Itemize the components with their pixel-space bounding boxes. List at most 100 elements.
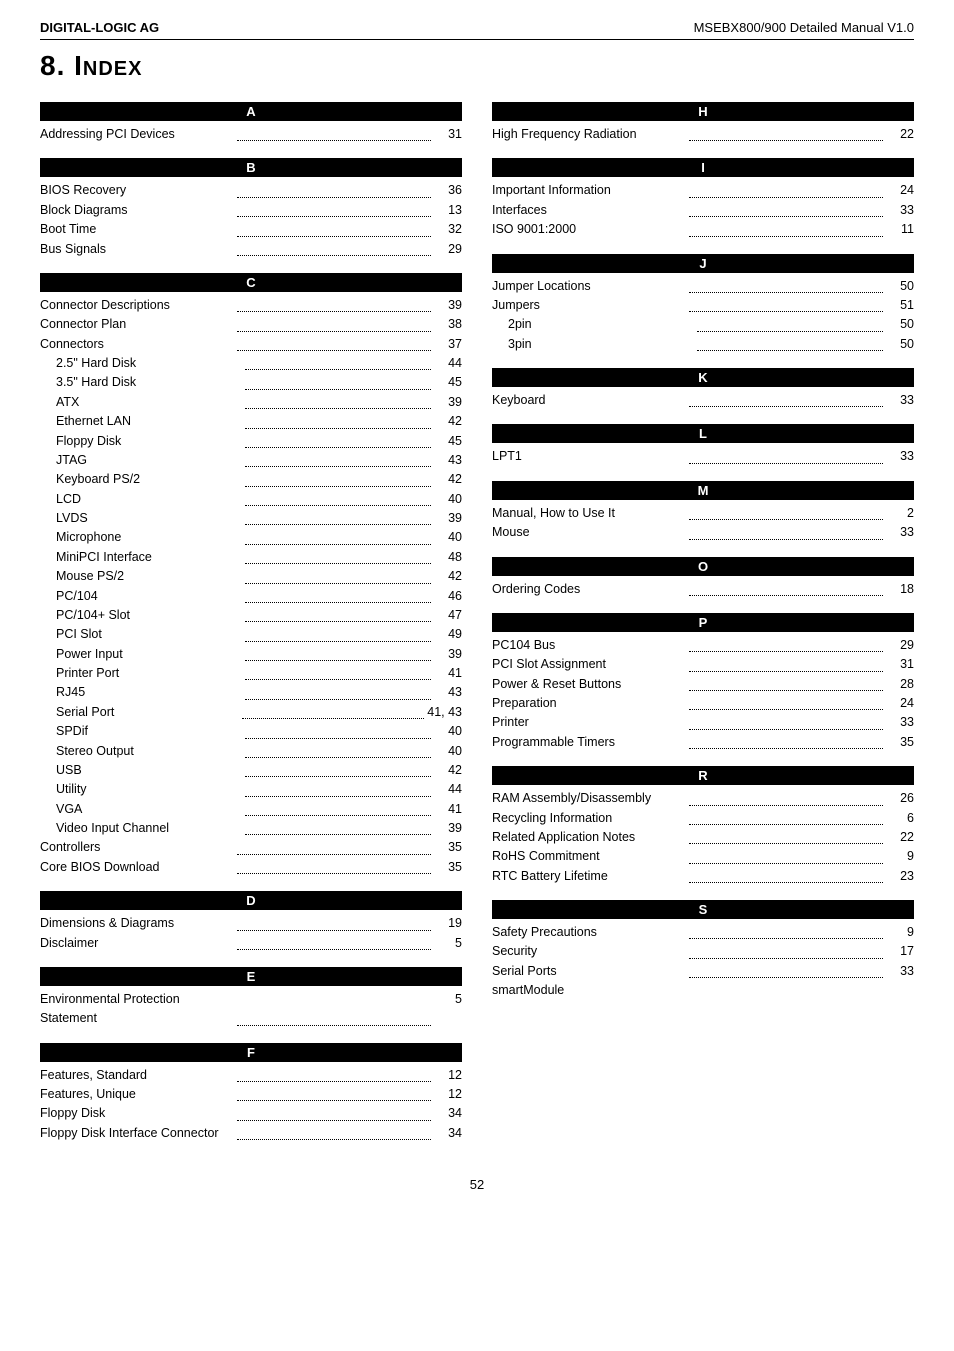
entry-page: 11	[886, 220, 914, 239]
entry-page: 22	[886, 828, 914, 847]
entry-page: 50	[886, 315, 914, 334]
entry-dots	[237, 1066, 431, 1082]
entry-dots	[245, 587, 431, 603]
page-title: 8. Index	[40, 50, 914, 82]
entry-dots	[689, 201, 883, 217]
entry-name: USB	[56, 761, 242, 780]
entry-dots	[689, 447, 883, 463]
index-entry: Features, Standard12	[40, 1066, 462, 1085]
entry-name: Jumper Locations	[492, 277, 686, 296]
entry-dots	[689, 694, 883, 710]
entry-name: PCI Slot	[56, 625, 242, 644]
entry-dots	[689, 277, 883, 293]
index-entry: Printer Port41	[40, 664, 462, 683]
entry-name: ATX	[56, 393, 242, 412]
entry-page: 34	[434, 1124, 462, 1143]
index-entry: JTAG43	[40, 451, 462, 470]
entry-name: Bus Signals	[40, 240, 234, 259]
entry-name: Interfaces	[492, 201, 686, 220]
index-entry: ISO 9001:2000 11	[492, 220, 914, 239]
index-entry: Programmable Timers35	[492, 733, 914, 752]
entry-name: Floppy Disk	[56, 432, 242, 451]
entry-dots	[245, 664, 431, 680]
entry-name: Keyboard	[492, 391, 686, 410]
entry-name: Environmental Protection Statement	[40, 990, 234, 1029]
entry-page: 17	[886, 942, 914, 961]
entry-name: Connector Descriptions	[40, 296, 234, 315]
index-entry: SPDif40	[40, 722, 462, 741]
entry-page: 13	[434, 201, 462, 220]
entry-page: 33	[886, 391, 914, 410]
index-section-a: AAddressing PCI Devices31	[40, 102, 462, 144]
entry-name: Mouse	[492, 523, 686, 542]
entry-dots	[245, 800, 431, 816]
entry-dots	[245, 722, 431, 738]
entry-name: PCI Slot Assignment	[492, 655, 686, 674]
entry-dots	[245, 780, 431, 796]
index-entry: Environmental Protection Statement5	[40, 990, 462, 1029]
index-entry: Dimensions & Diagrams19	[40, 914, 462, 933]
entry-name: Important Information	[492, 181, 686, 200]
entry-page: 50	[886, 277, 914, 296]
index-entry: Microphone40	[40, 528, 462, 547]
entry-page: 49	[434, 625, 462, 644]
entry-page: 12	[434, 1066, 462, 1085]
entry-page: 28	[886, 675, 914, 694]
entry-name: Keyboard PS/2	[56, 470, 242, 489]
entry-page: 33	[886, 713, 914, 732]
index-entry: RoHS Commitment9	[492, 847, 914, 866]
index-entry: Serial Port41, 43	[40, 703, 462, 722]
index-entry: Power Input39	[40, 645, 462, 664]
entry-page: 33	[886, 201, 914, 220]
entry-page: 39	[434, 393, 462, 412]
entry-dots	[237, 858, 431, 874]
entry-name: Video Input Channel	[56, 819, 242, 838]
entry-dots	[689, 962, 883, 978]
entry-name: 2pin	[508, 315, 694, 334]
entry-name: Recycling Information	[492, 809, 686, 828]
index-entry: PC104 Bus29	[492, 636, 914, 655]
entry-page: 33	[886, 962, 914, 981]
entry-name: Preparation	[492, 694, 686, 713]
entry-name: RoHS Commitment	[492, 847, 686, 866]
entry-dots	[689, 675, 883, 691]
entry-dots	[689, 828, 883, 844]
entry-name: Boot Time	[40, 220, 234, 239]
entry-name: Floppy Disk Interface Connector	[40, 1124, 234, 1143]
index-entry: Ordering Codes18	[492, 580, 914, 599]
index-section-h: HHigh Frequency Radiation22	[492, 102, 914, 144]
section-header-r: R	[492, 766, 914, 785]
entry-name: PC104 Bus	[492, 636, 686, 655]
entry-page: 39	[434, 296, 462, 315]
index-section-i: IImportant Information24Interfaces33ISO …	[492, 158, 914, 239]
section-header-j: J	[492, 254, 914, 273]
entry-page: 35	[434, 858, 462, 877]
entry-page: 31	[434, 125, 462, 144]
index-entry: PC/104+ Slot47	[40, 606, 462, 625]
entry-name: Safety Precautions	[492, 923, 686, 942]
index-entry: PC/10446	[40, 587, 462, 606]
section-header-a: A	[40, 102, 462, 121]
section-header-d: D	[40, 891, 462, 910]
entry-dots	[245, 567, 431, 583]
index-entry: Interfaces 33	[492, 201, 914, 220]
entry-dots	[237, 335, 431, 351]
entry-page: 34	[434, 1104, 462, 1123]
section-header-h: H	[492, 102, 914, 121]
entry-dots	[245, 393, 431, 409]
entry-page: 42	[434, 470, 462, 489]
entry-name: ISO 9001:2000	[492, 220, 686, 239]
index-entry: RTC Battery Lifetime23	[492, 867, 914, 886]
index-entry: RJ4543	[40, 683, 462, 702]
index-entry: MiniPCI Interface48	[40, 548, 462, 567]
section-header-k: K	[492, 368, 914, 387]
index-entry: BIOS Recovery36	[40, 181, 462, 200]
entry-name: Ethernet LAN	[56, 412, 242, 431]
index-content: AAddressing PCI Devices31BBIOS Recovery3…	[40, 102, 914, 1157]
entry-dots	[689, 655, 883, 671]
index-section-l: LLPT133	[492, 424, 914, 466]
entry-page: 39	[434, 645, 462, 664]
index-section-r: RRAM Assembly/Disassembly26Recycling Inf…	[492, 766, 914, 886]
index-entry: Keyboard PS/2 42	[40, 470, 462, 489]
index-entry: VGA41	[40, 800, 462, 819]
